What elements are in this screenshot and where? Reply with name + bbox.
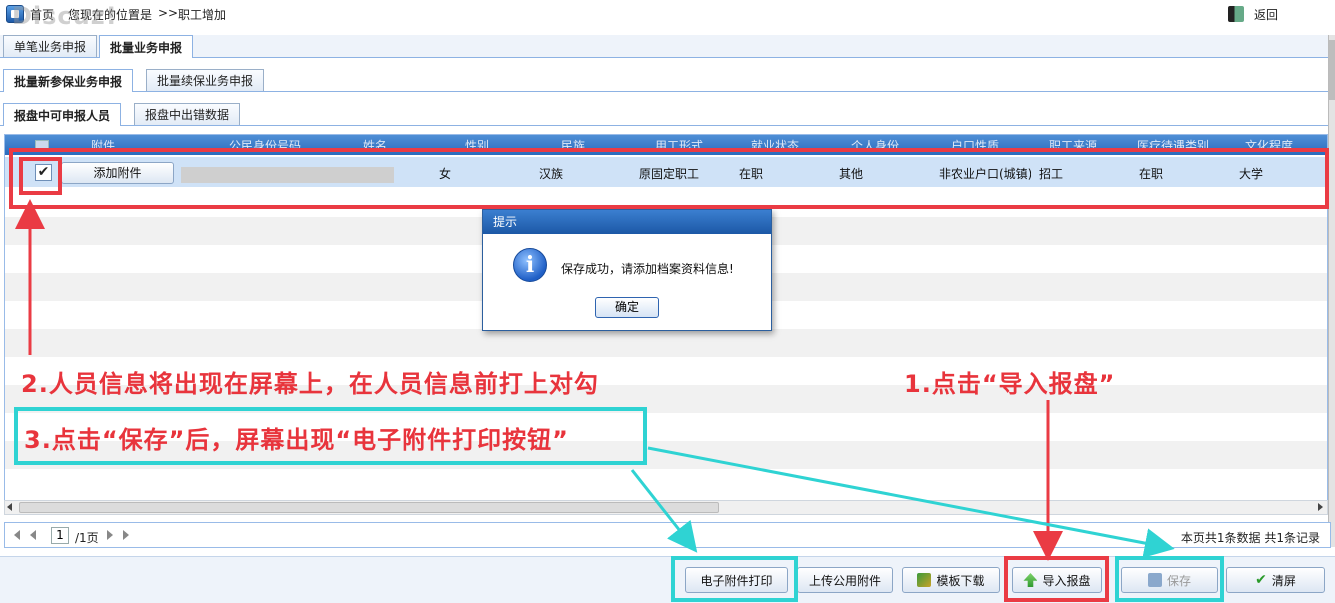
annotation-step1: 1.点击“导入报盘” [904, 370, 1116, 398]
annotation-step2: 2.人员信息将出现在屏幕上，在人员信息前打上对勾 [21, 370, 599, 398]
arrow-to-print [630, 469, 698, 553]
annotation-arrows [14, 199, 1175, 561]
arrow-to-save [647, 446, 1175, 558]
annotation-step3: 3.点击“保存”后，屏幕出现“电子附件打印按钮” [24, 426, 569, 454]
